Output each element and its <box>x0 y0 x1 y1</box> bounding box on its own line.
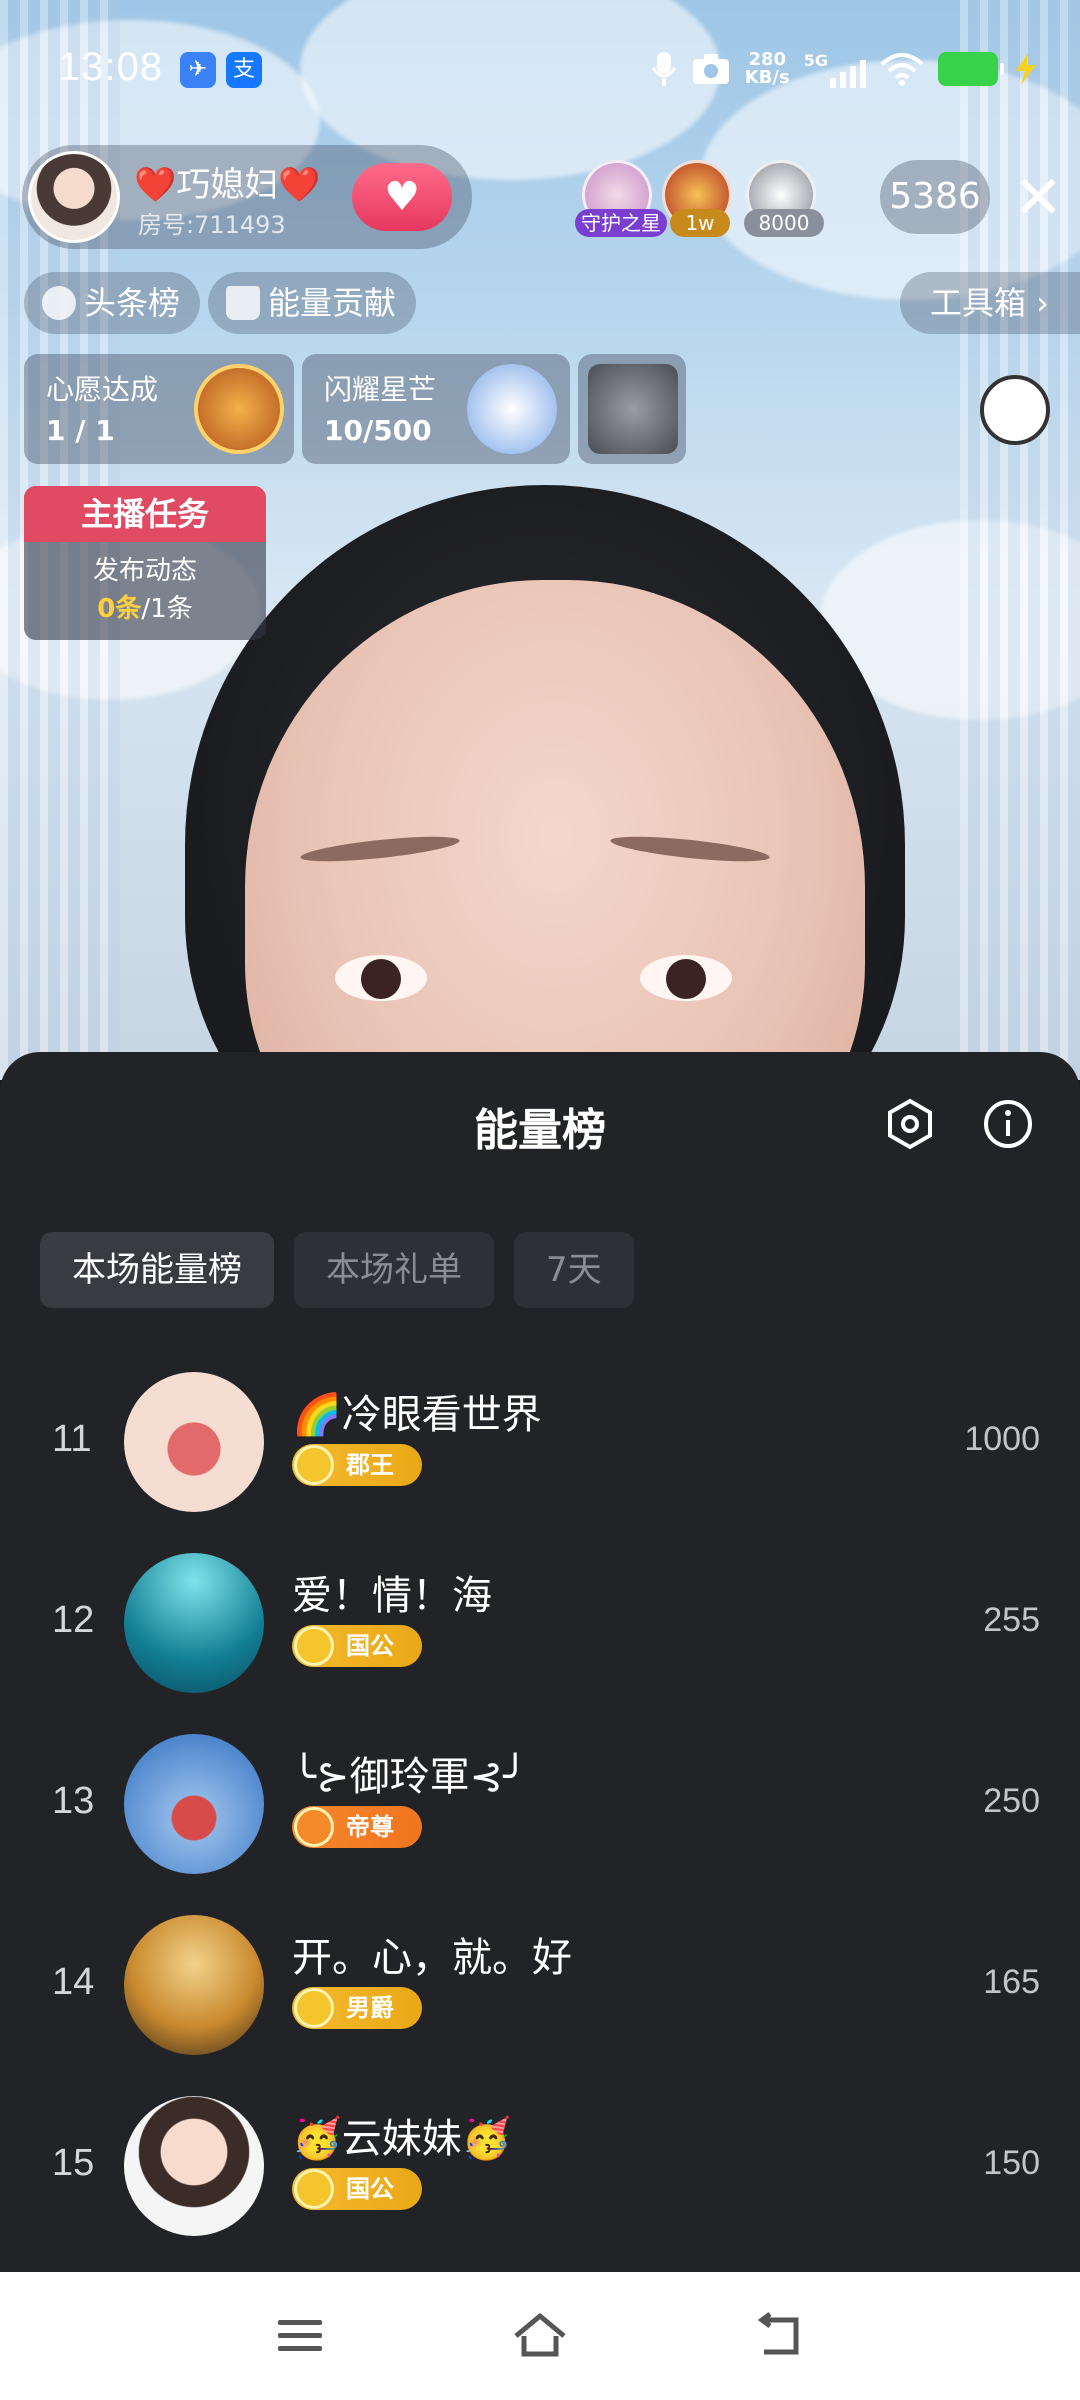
rank-row[interactable]: 12 爱！情！海 国公 255 <box>0 1543 1080 1703</box>
viewer-badge: 守护之星 <box>575 209 667 237</box>
level-gem-icon <box>294 1807 334 1847</box>
user-avatar[interactable] <box>124 1734 264 1874</box>
rank-row[interactable]: 11 🌈冷眼看世界 郡王 1000 <box>0 1362 1080 1522</box>
wish-goal-card[interactable]: 心愿达成 1 / 1 <box>24 354 294 464</box>
panda-mascot-icon[interactable] <box>980 375 1050 445</box>
fan-club-badge[interactable] <box>578 354 686 464</box>
crown-icon <box>226 286 260 320</box>
top-viewer-avatar[interactable]: 守护之星 <box>575 160 667 237</box>
rank-number: 12 <box>52 1599 95 1641</box>
energy-rank-sheet: 能量榜 本场能量榜 本场礼单 7天 11 🌈冷眼看世界 郡王 1000 12 爱… <box>0 1052 1080 2272</box>
rank-number: 11 <box>52 1418 92 1460</box>
host-task-card[interactable]: 主播任务 发布动态 0条/1条 <box>24 486 266 640</box>
eye <box>335 955 427 1001</box>
host-info-pill[interactable]: ❤️巧媳妇❤️ 房号:711493 ♥ <box>22 145 472 249</box>
tab-current-energy[interactable]: 本场能量榜 <box>40 1232 274 1308</box>
rank-number: 14 <box>52 1961 95 2003</box>
user-avatar[interactable] <box>124 1372 264 1512</box>
level-gem-icon <box>294 1626 334 1666</box>
room-id: 房号:711493 <box>138 211 286 239</box>
shield-badge-icon <box>588 364 678 454</box>
level-badge: 男爵 <box>292 1987 422 2029</box>
rank-number: 15 <box>52 2142 95 2184</box>
headline-rank-button[interactable]: 头条榜 <box>24 272 201 334</box>
toolbox-button[interactable]: 工具箱 › <box>900 272 1080 334</box>
rank-row[interactable]: 14 开。心，就。好 男爵 165 <box>0 1905 1080 2065</box>
network-type: 5G <box>803 50 828 70</box>
status-bar: 13:08 ✈ 支 280 KB/s 5G <box>0 0 1080 140</box>
energy-score: 165 <box>983 1963 1040 2001</box>
user-avatar[interactable] <box>124 1915 264 2055</box>
home-icon[interactable] <box>510 2306 570 2366</box>
heart-plus-icon: ♥ <box>384 174 420 220</box>
system-nav-bar <box>0 2272 1080 2400</box>
level-badge: 郡王 <box>292 1444 422 1486</box>
level-badge: 国公 <box>292 1625 422 1667</box>
menu-icon[interactable] <box>270 2306 330 2366</box>
energy-score: 250 <box>983 1782 1040 1820</box>
signal-bars-icon <box>830 58 866 88</box>
host-task-desc: 发布动态 <box>92 556 197 586</box>
star-emblem-icon <box>467 364 557 454</box>
alipay-icon: 支 <box>226 52 262 88</box>
back-icon[interactable] <box>750 2306 810 2366</box>
settings-hexagon-icon[interactable] <box>884 1098 936 1150</box>
user-name: ╰⊱御玲軍⊰╯ <box>292 1754 528 1800</box>
viewer-badge: 8000 <box>744 209 824 237</box>
camera-icon <box>692 54 729 84</box>
energy-score: 1000 <box>964 1420 1040 1458</box>
user-name: 🌈冷眼看世界 <box>292 1392 542 1438</box>
rank-row[interactable]: 13 ╰⊱御玲軍⊰╯ 帝尊 250 <box>0 1724 1080 1884</box>
hundred-badge-icon <box>194 364 284 454</box>
battery-icon <box>938 52 1004 86</box>
energy-contribution-button[interactable]: 能量贡献 <box>208 272 417 334</box>
level-gem-icon <box>294 2169 334 2209</box>
level-badge: 帝尊 <box>292 1806 422 1848</box>
host-task-progress: 0条/1条 <box>97 594 193 624</box>
energy-score: 150 <box>983 2144 1040 2182</box>
network-speed: 280 KB/s <box>744 49 790 88</box>
rank-row[interactable]: 15 🥳云妹妹🥳 国公 150 <box>0 2086 1080 2246</box>
top-viewer-avatar[interactable]: 1w <box>662 160 732 237</box>
viewer-count[interactable]: 5386 <box>880 160 990 234</box>
level-gem-icon <box>294 1445 334 1485</box>
eye <box>640 955 732 1001</box>
microphone-icon <box>651 52 677 86</box>
star-goal-card[interactable]: 闪耀星芒 10/500 <box>302 354 570 464</box>
paper-plane-icon: ✈ <box>180 52 216 88</box>
close-icon[interactable]: ✕ <box>1008 168 1068 228</box>
tab-current-gifts[interactable]: 本场礼单 <box>294 1232 494 1308</box>
follow-button[interactable]: ♥ <box>352 163 452 231</box>
wifi-icon <box>880 53 924 86</box>
rank-tabs: 本场能量榜 本场礼单 7天 <box>40 1232 634 1308</box>
host-task-title: 主播任务 <box>24 486 266 542</box>
viewer-badge: 1w <box>670 209 730 237</box>
energy-score: 255 <box>983 1601 1040 1639</box>
host-name: ❤️巧媳妇❤️ <box>134 165 321 205</box>
user-avatar[interactable] <box>124 2096 264 2236</box>
tab-7-days[interactable]: 7天 <box>514 1232 634 1308</box>
info-icon[interactable] <box>982 1098 1034 1150</box>
user-name: 开。心，就。好 <box>292 1935 572 1981</box>
host-avatar[interactable] <box>28 151 120 243</box>
top-viewer-avatar[interactable]: 8000 <box>744 160 824 237</box>
charging-bolt-icon <box>1016 53 1036 85</box>
user-name: 🥳云妹妹🥳 <box>292 2116 512 2162</box>
level-badge: 国公 <box>292 2168 422 2210</box>
rank-number: 13 <box>52 1780 95 1822</box>
curtain <box>960 0 1080 1080</box>
level-gem-icon <box>294 1988 334 2028</box>
clock: 13:08 <box>58 45 164 89</box>
flame-icon <box>42 286 76 320</box>
user-avatar[interactable] <box>124 1553 264 1693</box>
user-name: 爱！情！海 <box>292 1573 492 1619</box>
